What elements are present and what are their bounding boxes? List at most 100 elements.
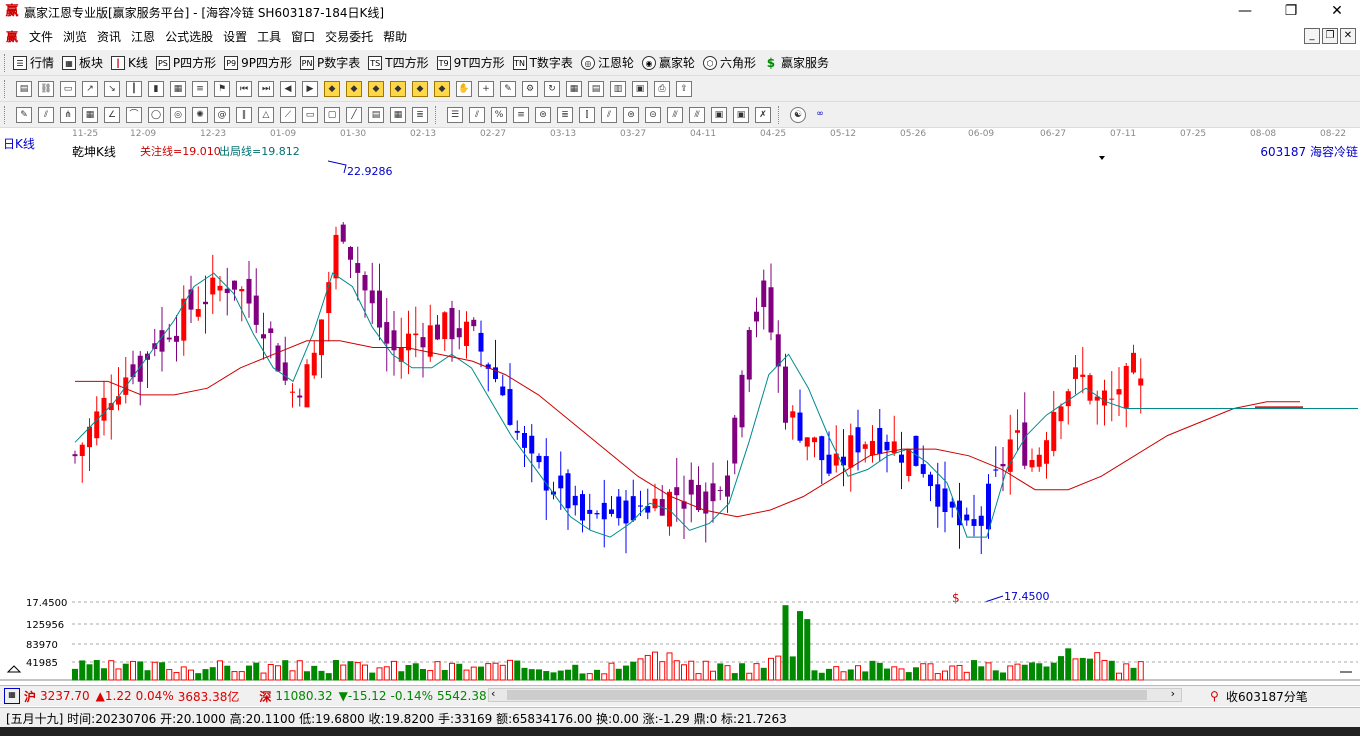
diamond2-icon[interactable]: ◆ xyxy=(346,80,362,97)
back-icon[interactable]: ◀ xyxy=(280,80,296,97)
circle-tool-icon[interactable]: ◯ xyxy=(148,106,164,123)
kline-button[interactable]: ┃ K线 xyxy=(111,54,148,71)
tick-detail-button[interactable]: 收603187分笔 xyxy=(1226,688,1308,705)
kline-chart[interactable]: 11-25 12-09 12-23 01-09 01-30 02-13 02-27 03-13… xyxy=(0,128,1360,684)
arc-tool-icon[interactable]: ⌒ xyxy=(126,106,142,123)
menu-trade[interactable]: 交易委托 xyxy=(320,28,378,45)
channel-tool-icon[interactable]: ⫻ xyxy=(667,106,683,123)
network-icon[interactable]: ⛓ xyxy=(38,80,54,97)
print-icon[interactable]: ⎙ xyxy=(654,80,670,97)
angle-tool-icon[interactable]: ∠ xyxy=(104,106,120,123)
p9-square-button[interactable]: P9 9P四方形 xyxy=(224,54,292,71)
menu-formula[interactable]: 公式选股 xyxy=(160,28,218,45)
multi-line-tool-icon[interactable]: ≣ xyxy=(557,106,573,123)
lines-icon[interactable]: ≡ xyxy=(192,80,208,97)
menu-settings[interactable]: 设置 xyxy=(218,28,252,45)
flag-icon[interactable]: ⚑ xyxy=(214,80,230,97)
percent-tool-icon[interactable]: % xyxy=(491,106,507,123)
t-number-button[interactable]: TN T数字表 xyxy=(512,54,573,71)
menu-gann[interactable]: 江恩 xyxy=(126,28,160,45)
scrollbar-thumb[interactable] xyxy=(507,690,1147,700)
scroll-right-icon[interactable]: › xyxy=(1171,687,1175,700)
winner-service-button[interactable]: $ 赢家服务 xyxy=(764,54,829,71)
diamond5-icon[interactable]: ◆ xyxy=(412,80,428,97)
box2-tool-icon[interactable]: ▣ xyxy=(733,106,749,123)
triangle-tool-icon[interactable]: △ xyxy=(258,106,274,123)
first-page-icon[interactable]: ⏮ xyxy=(236,80,252,97)
diamond1-icon[interactable]: ◆ xyxy=(324,80,340,97)
mdi-close-button[interactable]: ✕ xyxy=(1340,28,1356,44)
pen-tool-icon[interactable]: ✎ xyxy=(16,106,32,123)
fan-tool-icon[interactable]: ⫽ xyxy=(38,106,54,123)
layout-icon[interactable]: ▤ xyxy=(16,80,32,97)
tick-icon[interactable]: ⚲ xyxy=(1210,689,1219,703)
draw-icon[interactable]: ✎ xyxy=(500,80,516,97)
taiji-icon[interactable]: ☯ xyxy=(790,106,806,123)
grid-icon[interactable]: ▦ xyxy=(170,80,186,97)
quotes-button[interactable]: ☰ 行情 xyxy=(13,54,54,71)
level-tool-icon[interactable]: ≡ xyxy=(513,106,529,123)
cycle-tool-icon[interactable]: ‖ xyxy=(236,106,252,123)
menu-browse[interactable]: 浏览 xyxy=(58,28,92,45)
fan2-tool-icon[interactable]: ⫽ xyxy=(601,106,617,123)
spiral-tool-icon[interactable]: @ xyxy=(214,106,230,123)
horizontal-scrollbar[interactable]: ‹ › xyxy=(488,687,1182,702)
refresh-icon[interactable]: ↻ xyxy=(544,80,560,97)
diamond6-icon[interactable]: ◆ xyxy=(434,80,450,97)
forward-icon[interactable]: ▶ xyxy=(302,80,318,97)
blocks-button[interactable]: ▦ 板块 xyxy=(62,54,103,71)
fork-tool-icon[interactable]: ⋔ xyxy=(60,106,76,123)
delete-tool-icon[interactable]: ✗ xyxy=(755,106,771,123)
matrix-tool-icon[interactable]: ▦ xyxy=(390,106,406,123)
diamond3-icon[interactable]: ◆ xyxy=(368,80,384,97)
box-tool-icon[interactable]: ▣ xyxy=(711,106,727,123)
line-tool-icon[interactable]: ╱ xyxy=(346,106,362,123)
mdi-minimize-button[interactable]: _ xyxy=(1304,28,1320,44)
fib-tool-icon[interactable]: ⫽ xyxy=(469,106,485,123)
menu-info[interactable]: 资讯 xyxy=(92,28,126,45)
scroll-left-icon[interactable]: ‹ xyxy=(491,687,495,700)
maximize-button[interactable]: ❐ xyxy=(1268,0,1314,24)
list-tool-icon[interactable]: ☰ xyxy=(447,106,463,123)
rect-tool-icon[interactable]: ▭ xyxy=(302,106,318,123)
wheel-tool-icon[interactable]: ✺ xyxy=(192,106,208,123)
close-button[interactable]: ✕ xyxy=(1314,0,1360,24)
gold2-tool-icon[interactable]: ⊜ xyxy=(623,106,639,123)
gold-tool-icon[interactable]: ⊜ xyxy=(535,106,551,123)
winner-wheel-button[interactable]: ◉ 赢家轮 xyxy=(641,54,695,71)
grid-tool-icon[interactable]: ▦ xyxy=(82,106,98,123)
crosshair-icon[interactable]: + xyxy=(478,80,494,97)
menu-tools[interactable]: 工具 xyxy=(252,28,286,45)
target-tool-icon[interactable]: ◎ xyxy=(170,106,186,123)
ray-tool-icon[interactable]: ⟋ xyxy=(280,106,296,123)
table-tool-icon[interactable]: ▤ xyxy=(368,106,384,123)
calendar-icon[interactable]: ▦ xyxy=(566,80,582,97)
minimize-button[interactable]: — xyxy=(1222,0,1268,24)
table-icon[interactable]: ▤ xyxy=(588,80,604,97)
menu-window[interactable]: 窗口 xyxy=(286,28,320,45)
square-tool-icon[interactable]: ▢ xyxy=(324,106,340,123)
p-square-button[interactable]: PS P四方形 xyxy=(155,54,216,71)
gann-wheel-button[interactable]: ◎ 江恩轮 xyxy=(580,54,634,71)
infinity-icon[interactable]: ∞ xyxy=(812,107,828,123)
channel2-tool-icon[interactable]: ⫻ xyxy=(689,106,705,123)
calc-icon[interactable]: ▥ xyxy=(610,80,626,97)
t9-square-button[interactable]: T9 9T四方形 xyxy=(436,54,505,71)
menu-help[interactable]: 帮助 xyxy=(378,28,412,45)
diamond4-icon[interactable]: ◆ xyxy=(390,80,406,97)
menu-file[interactable]: 文件 xyxy=(24,28,58,45)
export-icon[interactable]: ⇪ xyxy=(676,80,692,97)
tool-icon[interactable]: ⚙ xyxy=(522,80,538,97)
hexagon-button[interactable]: ⬡ 六角形 xyxy=(702,54,756,71)
candle-icon[interactable]: ┃ xyxy=(126,80,142,97)
save-icon[interactable]: ▣ xyxy=(632,80,648,97)
calc-icon[interactable]: ▦ xyxy=(4,688,20,704)
hand-icon[interactable]: ✋ xyxy=(456,80,472,97)
stripe-tool-icon[interactable]: ≣ xyxy=(412,106,428,123)
candlestick-plot[interactable]: 22.9286 17.4500 $17.4500 125956 83970 41985 xyxy=(0,128,1360,684)
last-page-icon[interactable]: ⏭ xyxy=(258,80,274,97)
split-tool-icon[interactable]: ⫿ xyxy=(579,106,595,123)
chart-down-icon[interactable]: ↘ xyxy=(104,80,120,97)
bars-icon[interactable]: ▮ xyxy=(148,80,164,97)
chart-up-icon[interactable]: ↗ xyxy=(82,80,98,97)
